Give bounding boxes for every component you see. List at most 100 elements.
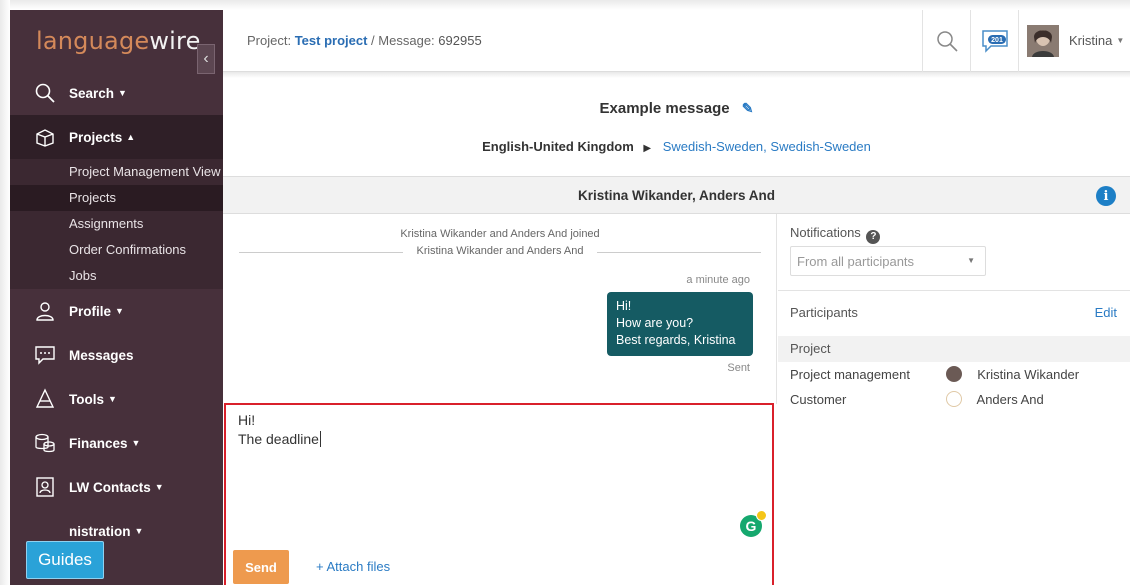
participants-label: Participants [790, 305, 858, 320]
target-language-2[interactable]: Swedish-Sweden [770, 139, 870, 154]
notifications-select[interactable]: From all participants ▼ [790, 246, 986, 276]
user-menu[interactable]: Kristina ▼ [1018, 9, 1130, 72]
participant-row: Customer Anders And [790, 391, 1044, 407]
submenu-item-project-management-view[interactable]: Project Management View [10, 159, 223, 185]
bubble-line: How are you? [616, 316, 694, 330]
header-search-button[interactable] [922, 9, 970, 72]
sidebar-item-label: LW Contacts [69, 479, 151, 495]
sidebar-item-tools[interactable]: Tools ▼ [10, 377, 223, 421]
sidebar-collapse-button[interactable]: ‹ [197, 44, 215, 74]
compose-line: The deadline [238, 431, 319, 447]
pencil-icon[interactable]: ✎ [742, 100, 754, 116]
grammarly-icon[interactable]: G [740, 510, 767, 537]
sidebar-item-label: Finances [69, 435, 128, 451]
chat-thread: Kristina Wikander and Anders And joined … [223, 214, 777, 404]
participants-bar-text: Kristina Wikander, Anders And [578, 187, 775, 203]
help-icon[interactable]: ? [866, 230, 881, 244]
top-header: Project: Test project / Message: 692955 … [223, 9, 1130, 72]
chat-badge-count: 201 [991, 37, 1003, 44]
caret-down-icon: ▼ [115, 306, 124, 316]
caret-down-icon: ▼ [118, 88, 127, 98]
participant-role: Project management [790, 367, 910, 382]
compose-box[interactable]: Hi! The deadline G Send + Attach files [224, 403, 774, 585]
sidebar-item-search[interactable]: Search ▼ [10, 71, 223, 115]
breadcrumb-message-id: 692955 [438, 33, 482, 48]
caret-down-icon: ▼ [134, 526, 144, 536]
submenu-item-order-confirmations[interactable]: Order Confirmations [10, 237, 223, 263]
chat-icon [34, 344, 56, 366]
sidebar-item-finances[interactable]: Finances ▼ [10, 421, 223, 465]
sidebar: language wire Search ▼ Projects ▲ Project… [10, 10, 223, 585]
participant-row: Project management Kristina Wikander [790, 366, 1079, 382]
caret-down-icon: ▼ [1116, 36, 1125, 45]
sidebar-item-label: Messages [69, 347, 134, 363]
message-title-text: Example message [599, 100, 730, 117]
breadcrumb-project-prefix: Project: [247, 33, 292, 48]
target-language-1[interactable]: Swedish-Sweden [663, 139, 763, 154]
notifications-label: Notifications ? [790, 225, 881, 244]
message-status: Sent [727, 362, 750, 374]
user-icon [34, 300, 56, 322]
header-shadow [223, 72, 1130, 78]
admin-icon [34, 520, 56, 542]
guides-button[interactable]: Guides [26, 541, 104, 579]
brand-logo[interactable]: language wire [10, 10, 223, 71]
caret-down-icon: ▼ [154, 482, 164, 492]
brand-part2: wire [149, 26, 201, 55]
search-icon [34, 82, 56, 104]
text-cursor [319, 431, 321, 447]
sidebar-item-profile[interactable]: Profile ▼ [10, 289, 223, 333]
sidebar-item-label: Search [69, 85, 115, 101]
caret-down-icon: ▼ [108, 394, 117, 404]
top-shadow [0, 0, 1130, 10]
header-messages-button[interactable]: 201 [970, 9, 1018, 72]
info-icon[interactable]: i [1096, 186, 1116, 206]
breadcrumb-separator: / [371, 33, 375, 48]
sidebar-item-label: Profile [69, 303, 112, 319]
compose-line: Hi! [238, 412, 256, 428]
participants-bar: Kristina Wikander, Anders And i [223, 176, 1130, 214]
brand-part1: language [36, 26, 150, 55]
message-bubble: Hi! How are you? Best regards, Kristina [607, 292, 753, 356]
box-icon [34, 126, 56, 148]
search-icon [936, 30, 958, 52]
target-separator: , [763, 139, 767, 154]
submenu-item-projects[interactable]: Projects [10, 185, 223, 211]
tools-icon [34, 388, 56, 410]
user-photo-icon [1027, 24, 1059, 57]
submenu-item-jobs[interactable]: Jobs [10, 263, 223, 289]
left-shadow [0, 0, 10, 585]
notifications-select-value: From all participants [797, 254, 915, 269]
breadcrumb-message-prefix: Message: [378, 33, 435, 48]
sidebar-item-projects[interactable]: Projects ▲ [10, 115, 223, 159]
divider [778, 290, 1130, 291]
sidebar-item-label: Projects [69, 129, 123, 145]
participant-name: Anders And [976, 392, 1044, 407]
compose-input[interactable]: Hi! The deadline [238, 411, 321, 449]
bubble-line: Best regards, Kristina [616, 333, 736, 347]
sidebar-item-messages[interactable]: Messages [10, 333, 223, 377]
system-message-joined: Kristina Wikander and Anders And joined [400, 228, 600, 240]
breadcrumb-project-link[interactable]: Test project [295, 33, 368, 48]
notifications-label-text: Notifications [790, 225, 861, 240]
attach-files-link[interactable]: + Attach files [316, 559, 390, 574]
chat-bubble-icon: 201 [981, 29, 1008, 53]
message-timestamp: a minute ago [686, 274, 750, 286]
submenu-item-assignments[interactable]: Assignments [10, 211, 223, 237]
notification-dot [756, 510, 767, 521]
contact-card-icon [34, 476, 56, 498]
send-button[interactable]: Send [233, 550, 289, 584]
chevron-left-icon: ‹ [203, 50, 209, 67]
participant-role: Customer [790, 392, 847, 407]
edit-participants-link[interactable]: Edit [1095, 305, 1117, 320]
user-name: Kristina [1069, 33, 1113, 48]
projects-submenu: Project Management View Projects Assignm… [10, 159, 223, 289]
caret-up-icon: ▲ [126, 132, 136, 142]
section-header: Project [778, 336, 1130, 362]
details-panel: Notifications ? From all participants ▼ … [778, 214, 1130, 585]
sidebar-item-label: Tools [69, 391, 104, 407]
sidebar-item-lw-contacts[interactable]: LW Contacts ▼ [10, 465, 223, 509]
coins-icon [34, 432, 56, 454]
bubble-line: Hi! [616, 299, 632, 313]
avatar [945, 366, 962, 382]
